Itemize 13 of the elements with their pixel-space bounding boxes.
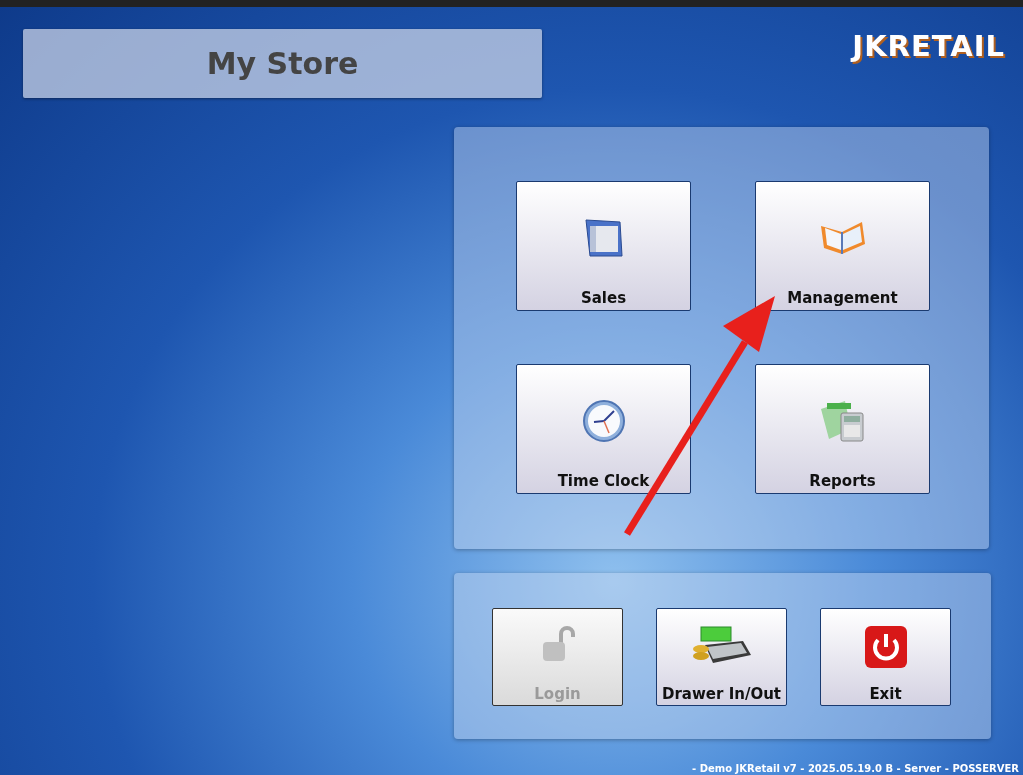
action-button[interactable]: Exit bbox=[820, 608, 951, 706]
power-icon bbox=[863, 625, 908, 669]
status-text: - Demo JKRetail v7 - 2025.05.19.0 B - Server - POSSERVER bbox=[692, 763, 1019, 774]
padlock-icon bbox=[540, 625, 575, 663]
calculator-icon bbox=[818, 399, 867, 443]
menu-tile[interactable]: Time Clock bbox=[516, 364, 691, 494]
logo: JKRETAIL bbox=[852, 29, 1005, 63]
menu-tile[interactable]: Management bbox=[755, 181, 930, 311]
action-button[interactable]: Drawer In/Out bbox=[656, 608, 787, 706]
clock-icon bbox=[581, 399, 626, 443]
store-title: My Store bbox=[23, 29, 542, 98]
menu-tile[interactable]: Reports bbox=[755, 364, 930, 494]
menu-tile[interactable]: Sales bbox=[516, 181, 691, 311]
